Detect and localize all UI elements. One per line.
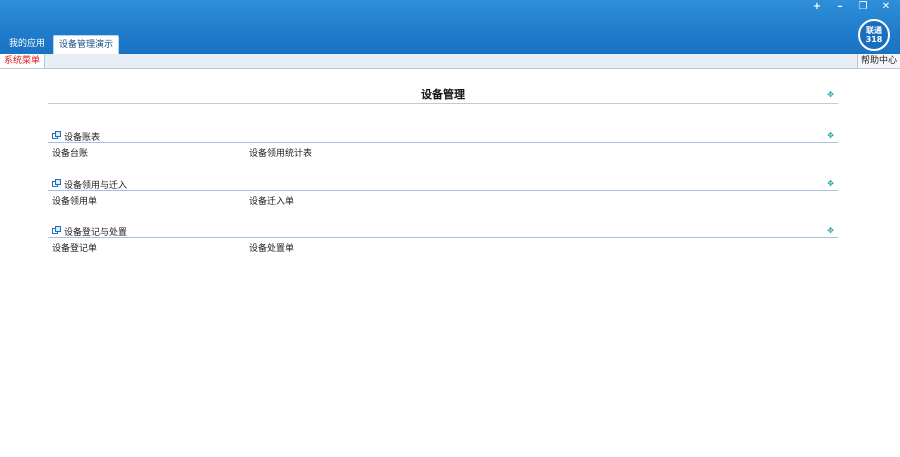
section-registration-disposal: 设备登记与处置 ✥ 设备登记单 设备处置单 — [48, 223, 838, 254]
sub-toolbar: 系统菜单 帮助中心 — [0, 54, 900, 69]
link-equipment-ledger[interactable]: 设备台账 — [52, 146, 88, 159]
tab-equipment-demo[interactable]: 设备管理演示 — [53, 35, 120, 54]
section-header: 设备登记与处置 ✥ — [48, 223, 838, 238]
restore-button[interactable]: ❐ — [853, 1, 873, 12]
logo-line1: 联通 — [866, 26, 882, 35]
section-equipment-ledger: 设备账表 ✥ 设备台账 设备领用统计表 — [48, 128, 838, 159]
logo-line2: 318 — [865, 35, 883, 44]
link-usage-statistics[interactable]: 设备领用统计表 — [249, 146, 312, 159]
system-menu-button[interactable]: 系统菜单 — [0, 54, 46, 68]
link-usage-form[interactable]: 设备领用单 — [52, 194, 97, 207]
section-title: 设备领用与迁入 — [64, 181, 128, 191]
tab-my-apps[interactable]: 我的应用 — [4, 35, 50, 54]
window-controls: + – ❐ ✕ — [807, 1, 896, 12]
link-disposal-form[interactable]: 设备处置单 — [249, 241, 294, 254]
new-window-button[interactable]: + — [807, 1, 827, 12]
window-stack-icon — [52, 179, 61, 187]
section-items: 设备台账 设备领用统计表 — [48, 143, 838, 159]
page-title-bar: 设备管理 ✥ — [48, 84, 838, 104]
help-center-button[interactable]: 帮助中心 — [856, 54, 900, 68]
section-usage-transfer: 设备领用与迁入 ✥ 设备领用单 设备迁入单 — [48, 176, 838, 207]
link-registration-form[interactable]: 设备登记单 — [52, 241, 97, 254]
section-title: 设备账表 — [64, 133, 101, 143]
expand-icon[interactable]: ✥ — [827, 180, 834, 188]
expand-icon[interactable]: ✥ — [827, 132, 834, 140]
section-header: 设备账表 ✥ — [48, 128, 838, 143]
main-content: 设备管理 ✥ 设备账表 ✥ 设备台账 设备领用统计表 设备领用与迁入 ✥ 设备领… — [0, 70, 900, 457]
section-items: 设备领用单 设备迁入单 — [48, 191, 838, 207]
link-transfer-form[interactable]: 设备迁入单 — [249, 194, 294, 207]
app-tabs: 我的应用 设备管理演示 — [4, 35, 120, 54]
close-button[interactable]: ✕ — [876, 1, 896, 12]
window-stack-icon — [52, 226, 61, 234]
expand-icon[interactable]: ✥ — [827, 91, 834, 99]
section-title: 设备登记与处置 — [64, 228, 128, 238]
app-header: + – ❐ ✕ 联通 318 我的应用 设备管理演示 — [0, 0, 900, 54]
window-stack-icon — [52, 131, 61, 139]
section-items: 设备登记单 设备处置单 — [48, 238, 838, 254]
minimize-button[interactable]: – — [830, 1, 850, 12]
expand-icon[interactable]: ✥ — [827, 227, 834, 235]
section-header: 设备领用与迁入 ✥ — [48, 176, 838, 191]
brand-logo: 联通 318 — [858, 19, 890, 51]
page-title: 设备管理 — [421, 88, 465, 101]
